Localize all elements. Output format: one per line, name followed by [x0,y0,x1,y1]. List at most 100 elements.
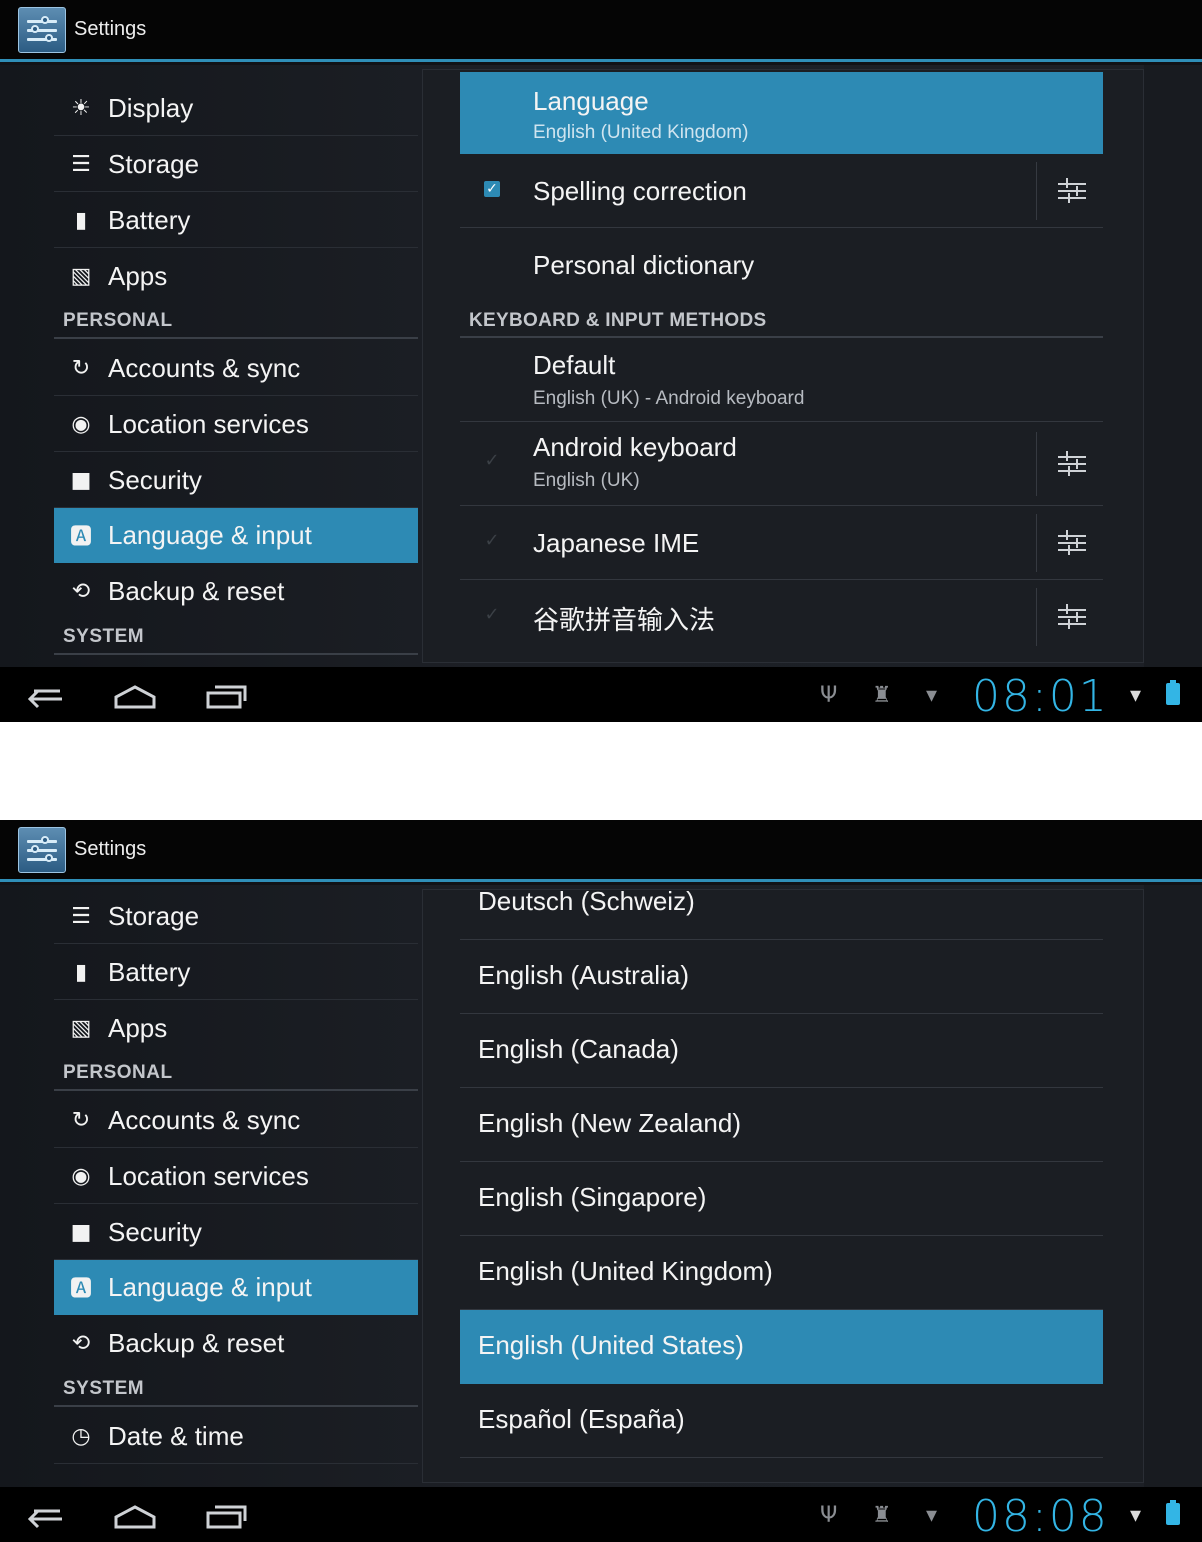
language-label: English (Singapore) [478,1182,707,1212]
android-debug-icon: ♜ [872,1503,892,1528]
section-header-system: SYSTEM [63,626,145,647]
sidebar-item-location[interactable]: ◉ Location services [54,397,418,452]
pinyin-ime-settings-icon[interactable] [1058,603,1086,631]
pref-title: Spelling correction [533,176,747,206]
sidebar-item-label: Apps [108,1013,168,1043]
sidebar-item-apps[interactable]: ▧ Apps [54,1001,418,1056]
language-option[interactable]: Español (España) [460,1384,1103,1458]
settings-app-icon[interactable] [18,827,66,873]
section-header-personal: PERSONAL [63,1062,173,1083]
location-icon: ◉ [71,411,91,437]
language-option[interactable]: Deutsch (Schweiz) [460,889,1103,940]
japanese-ime-checkbox[interactable]: ✓ [484,532,500,550]
language-pref[interactable]: Language English (United Kingdom) [460,72,1103,154]
japanese-ime-settings-icon[interactable] [1058,529,1086,557]
sidebar-item-language-input[interactable]: 🅰 Language & input [54,508,418,563]
action-bar: Settings [0,820,1202,882]
sidebar-item-label: Storage [108,148,200,179]
battery-icon: ▮ [74,207,88,233]
sidebar-item-battery[interactable]: ▮ Battery [54,945,418,1000]
language-option[interactable]: English (Australia) [460,940,1103,1014]
home-button[interactable] [113,1497,157,1533]
sidebar-item-battery[interactable]: ▮ Battery [54,193,418,248]
wifi-icon: ▾ [1130,683,1142,708]
sidebar-item-security[interactable]: ■ Security [54,1205,418,1260]
divider [1036,588,1037,646]
sidebar-item-backup-reset[interactable]: ⟲ Backup & reset [54,1316,418,1371]
language-label: Español (España) [478,1404,685,1434]
lock-icon: ■ [70,1219,92,1245]
back-button[interactable] [24,1497,66,1533]
pinyin-ime-pref[interactable]: ✓ 谷歌拼音输入法 [460,580,1103,654]
section-header-personal: PERSONAL [63,310,173,331]
battery-icon [1166,1500,1180,1525]
apps-icon: ▧ [70,264,92,289]
sidebar-item-apps[interactable]: ▧ Apps [54,249,418,304]
location-icon: ◉ [71,1163,91,1189]
pinyin-ime-checkbox[interactable]: ✓ [484,606,500,624]
sidebar-item-storage[interactable]: ☰ Storage [54,137,418,192]
pref-title: Personal dictionary [533,250,755,280]
battery-icon: ▮ [74,959,88,985]
sidebar-item-label: Apps [108,261,168,291]
settings-app-icon[interactable] [18,7,66,53]
language-label: English (United States) [478,1330,744,1360]
language-option[interactable]: English (Singapore) [460,1162,1103,1236]
language-label: English (Canada) [478,1034,679,1064]
sidebar-item-label: Language & input [108,519,312,550]
language-option[interactable]: English (New Zealand) [460,1088,1103,1162]
recent-apps-button[interactable] [205,677,249,713]
home-button[interactable] [113,677,157,713]
sidebar-item-label: Date & time [108,1420,244,1451]
sidebar-item-label: Accounts & sync [108,352,301,383]
sidebar-item-language-input[interactable]: 🅰 Language & input [54,1260,418,1315]
sidebar-item-location[interactable]: ◉ Location services [54,1149,418,1204]
sidebar-item-date-time[interactable]: ◷ Date & time [54,1409,418,1464]
default-keyboard-pref[interactable]: Default English (UK) - Android keyboard [460,338,1103,422]
divider [1036,514,1037,572]
sidebar-item-security[interactable]: ■ Security [54,453,418,508]
settings-sidebar: ☰ Storage ▮ Battery ▧ Apps PERSONAL ↻ Ac… [54,885,418,1487]
pref-summary: English (UK) - Android keyboard [533,388,805,409]
spelling-checkbox[interactable]: ✓ [484,181,500,197]
personal-dictionary-pref[interactable]: Personal dictionary [460,228,1103,302]
sidebar-item-backup-reset[interactable]: ⟲ Backup & reset [54,564,418,619]
sidebar-item-accounts-sync[interactable]: ↻ Accounts & sync [54,1093,418,1148]
storage-icon: ☰ [71,903,91,929]
sync-icon: ↻ [71,1107,91,1133]
android-keyboard-settings-icon[interactable] [1058,450,1086,478]
language-icon: 🅰 [69,1277,92,1302]
sync-icon: ↻ [71,355,91,381]
language-label: English (New Zealand) [478,1108,742,1138]
clock-icon: ◷ [71,1423,91,1449]
sidebar-item-display[interactable]: ☀ Display [54,81,418,136]
language-label: Deutsch (Schweiz) [478,889,695,916]
language-option-selected[interactable]: English (United States) [460,1310,1103,1384]
status-clock[interactable]: 08:08 [972,1491,1109,1542]
sidebar-item-label: Location services [108,408,309,439]
language-label: English (Australia) [478,960,689,990]
lock-icon: ■ [70,467,92,493]
back-button[interactable] [24,677,66,713]
spelling-correction-pref[interactable]: ✓ Spelling correction [460,154,1103,228]
japanese-ime-pref[interactable]: ✓ Japanese IME [460,506,1103,580]
sidebar-item-storage[interactable]: ☰ Storage [54,889,418,944]
spelling-settings-icon[interactable] [1058,177,1086,205]
section-header-system: SYSTEM [63,1378,145,1399]
divider [1036,162,1037,220]
recent-apps-button[interactable] [205,1497,249,1533]
pref-title: Default [533,350,616,380]
android-keyboard-checkbox[interactable]: ✓ [484,452,500,470]
sidebar-item-accounts-sync[interactable]: ↻ Accounts & sync [54,341,418,396]
wifi-icon: ▾ [1130,1503,1142,1528]
status-clock[interactable]: 08:01 [972,671,1109,722]
language-option[interactable]: English (United Kingdom) [460,1236,1103,1310]
system-navigation-bar: Ψ ♜ ▾ 08:01 ▾ [0,667,1202,722]
android-keyboard-pref[interactable]: ✓ Android keyboard English (UK) [460,422,1103,506]
section-divider [54,337,418,339]
language-option[interactable]: English (Canada) [460,1014,1103,1088]
pref-summary: English (UK) [533,470,640,491]
sidebar-item-label: Location services [108,1160,309,1191]
language-list-pane: Deutsch (Schweiz) English (Australia) En… [422,889,1144,1483]
battery-icon [1166,680,1180,705]
